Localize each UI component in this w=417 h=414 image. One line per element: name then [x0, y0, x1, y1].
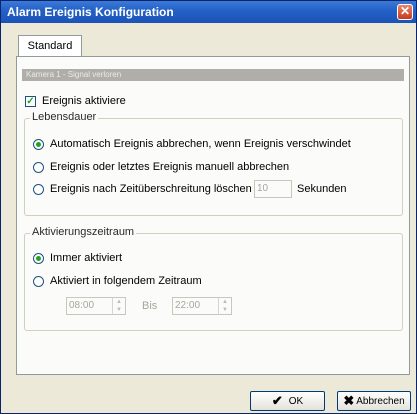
radio-period-active[interactable]: Aktiviert in folgendem Zeitraum [33, 274, 202, 288]
ok-label: OK [288, 395, 304, 407]
radio-always-active-label: Immer aktiviert [50, 252, 123, 264]
timeout-unit-label: Sekunden [297, 183, 347, 195]
section-header: Kamera 1 - Signal verloren [22, 69, 404, 81]
spin-down-icon[interactable]: ▼ [113, 306, 125, 314]
radio-auto-cancel-label: Automatisch Ereignis abbrechen, wenn Ere… [50, 138, 351, 150]
to-time-value: 22:00 [175, 300, 201, 311]
dialog-window: Alarm Ereignis Konfiguration ✕ Standard … [0, 0, 417, 414]
radio-auto-cancel[interactable]: Automatisch Ereignis abbrechen, wenn Ere… [33, 137, 351, 151]
to-time-spinner[interactable]: ▲ ▼ [218, 298, 231, 314]
check-icon: ✔ [271, 393, 283, 408]
radio-timeout-delete[interactable]: Ereignis nach Zeitüberschreitung löschen [33, 182, 252, 196]
x-icon: ✖ [343, 393, 355, 408]
radio-button[interactable] [33, 161, 44, 173]
radio-timeout-delete-label: Ereignis nach Zeitüberschreitung löschen [50, 183, 252, 195]
activation-group-title: Aktivierungszeitraum [30, 226, 137, 238]
from-time-value: 08:00 [69, 300, 95, 311]
timeout-seconds-input[interactable]: 10 [254, 180, 292, 198]
cancel-label: Abbrechen [356, 395, 405, 407]
from-time-input[interactable]: 08:00 ▲ ▼ [66, 297, 126, 315]
radio-period-active-label: Aktiviert in folgendem Zeitraum [50, 275, 202, 287]
radio-manual-cancel[interactable]: Ereignis oder letztes Ereignis manuell a… [33, 160, 289, 174]
spin-up-icon[interactable]: ▲ [219, 298, 231, 306]
ok-button[interactable]: ✔ OK [250, 391, 325, 411]
spin-down-icon[interactable]: ▼ [219, 306, 231, 314]
title-bar[interactable]: Alarm Ereignis Konfiguration ✕ [1, 1, 416, 23]
from-time-spinner[interactable]: ▲ ▼ [112, 298, 125, 314]
tab-standard[interactable]: Standard [18, 35, 82, 57]
enable-event-checkbox[interactable]: ✓ [25, 95, 36, 107]
close-icon[interactable]: ✕ [397, 4, 413, 20]
radio-button[interactable] [33, 183, 44, 195]
lifetime-group-title: Lebensdauer [30, 111, 99, 123]
window-title: Alarm Ereignis Konfiguration [7, 5, 174, 19]
radio-manual-cancel-label: Ereignis oder letztes Ereignis manuell a… [50, 161, 290, 173]
to-label: Bis [142, 300, 158, 312]
radio-always-active[interactable]: Immer aktiviert [33, 251, 122, 265]
cancel-button[interactable]: ✖ Abbrechen [337, 391, 411, 411]
radio-button[interactable] [33, 252, 44, 264]
radio-button[interactable] [33, 138, 44, 150]
radio-button[interactable] [33, 275, 44, 287]
enable-event-checkbox-row[interactable]: ✓ Ereignis aktiviere [25, 94, 126, 108]
to-time-input[interactable]: 22:00 ▲ ▼ [172, 297, 232, 315]
spin-up-icon[interactable]: ▲ [113, 298, 125, 306]
timeout-value: 10 [257, 183, 269, 194]
enable-event-label: Ereignis aktiviere [42, 95, 126, 107]
